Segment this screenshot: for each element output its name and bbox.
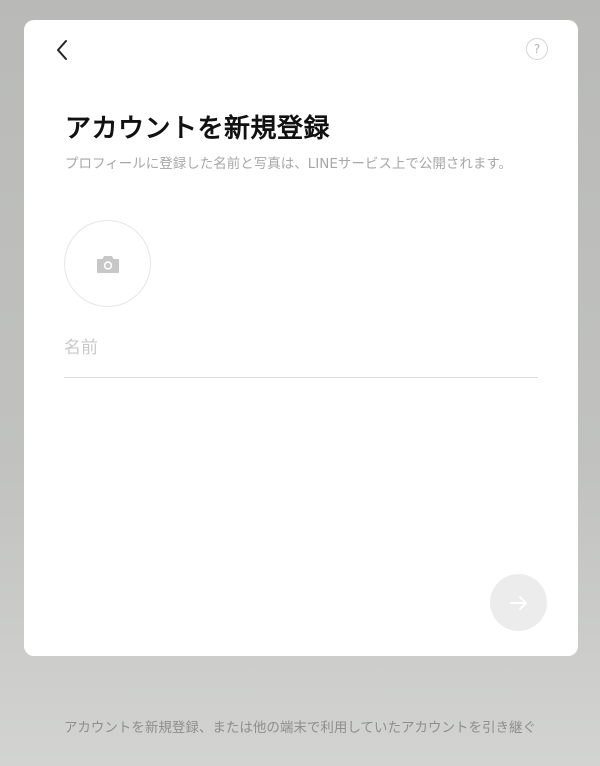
camera-icon — [96, 255, 119, 273]
footer-caption: アカウントを新規登録、または他の端末で利用していたアカウントを引き継ぐ — [63, 720, 537, 736]
help-button[interactable]: ? — [526, 38, 548, 60]
profile-photo-button[interactable] — [64, 220, 151, 307]
back-button[interactable] — [46, 34, 78, 66]
next-button[interactable] — [490, 574, 547, 631]
arrow-right-icon — [509, 595, 527, 610]
question-icon: ? — [533, 42, 541, 56]
name-field[interactable] — [64, 330, 538, 378]
name-input[interactable] — [64, 330, 538, 366]
chevron-left-icon — [57, 40, 67, 60]
page-subtitle: プロフィールに登録した名前と写真は、LINEサービス上で公開されます。 — [65, 156, 513, 172]
registration-dialog: ? アカウントを新規登録 プロフィールに登録した名前と写真は、LINEサービス上… — [24, 20, 578, 656]
page-title: アカウントを新規登録 — [65, 114, 331, 144]
